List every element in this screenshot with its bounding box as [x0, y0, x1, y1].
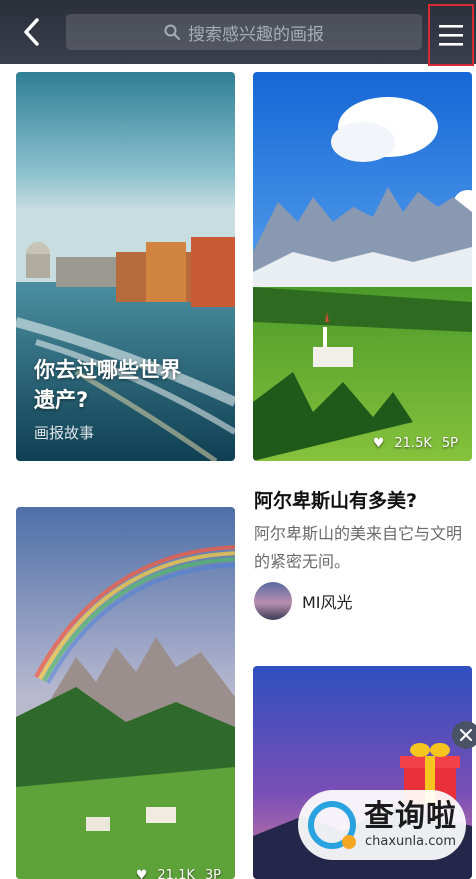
alps-image: [253, 72, 472, 461]
search-placeholder: 搜索感兴趣的画报: [188, 24, 324, 45]
avatar: [254, 582, 292, 620]
likes-count: 21.1K: [157, 868, 195, 879]
heart-icon: ♥: [372, 436, 385, 451]
article-title[interactable]: 阿尔卑斯山有多美?: [254, 486, 470, 513]
chevron-left-icon: [24, 18, 39, 46]
story-card-alps[interactable]: ♥ 21.5K 5P: [253, 72, 472, 461]
card-stats: ♥ 21.1K 3P: [136, 868, 221, 879]
card-subtitle: 画报故事: [34, 424, 95, 442]
watermark-logo-icon: [308, 801, 356, 849]
story-card-rainbow[interactable]: ♥ 21.1K 3P: [16, 507, 235, 879]
hamburger-menu-icon: [439, 25, 463, 46]
pages-count: 5P: [441, 436, 458, 451]
rainbow-image: [16, 507, 235, 879]
card-stats: ♥ 21.5K 5P: [373, 436, 458, 451]
watermark-brand: 查询啦: [364, 799, 457, 834]
top-bar: 搜索感兴趣的画报: [0, 0, 476, 66]
heart-icon: ♥: [135, 868, 148, 879]
search-input[interactable]: 搜索感兴趣的画报: [66, 14, 422, 50]
author-name: MI风光: [302, 593, 353, 612]
back-button[interactable]: [10, 12, 52, 52]
menu-button[interactable]: [428, 4, 474, 66]
pages-count: 3P: [204, 868, 221, 879]
watermark-url: chaxunla.com: [365, 834, 456, 849]
search-icon: [164, 24, 180, 40]
article-description: 阿尔卑斯山的美来自它与文明的紧密无间。: [254, 524, 463, 571]
likes-count: 21.5K: [394, 436, 432, 451]
story-card-venice[interactable]: 你去过哪些世界 遗产? 画报故事: [16, 72, 235, 461]
card-title: 你去过哪些世界 遗产?: [34, 358, 181, 412]
author-row[interactable]: MI风光: [254, 582, 353, 620]
watermark: 查询啦 chaxunla.com: [298, 790, 466, 860]
